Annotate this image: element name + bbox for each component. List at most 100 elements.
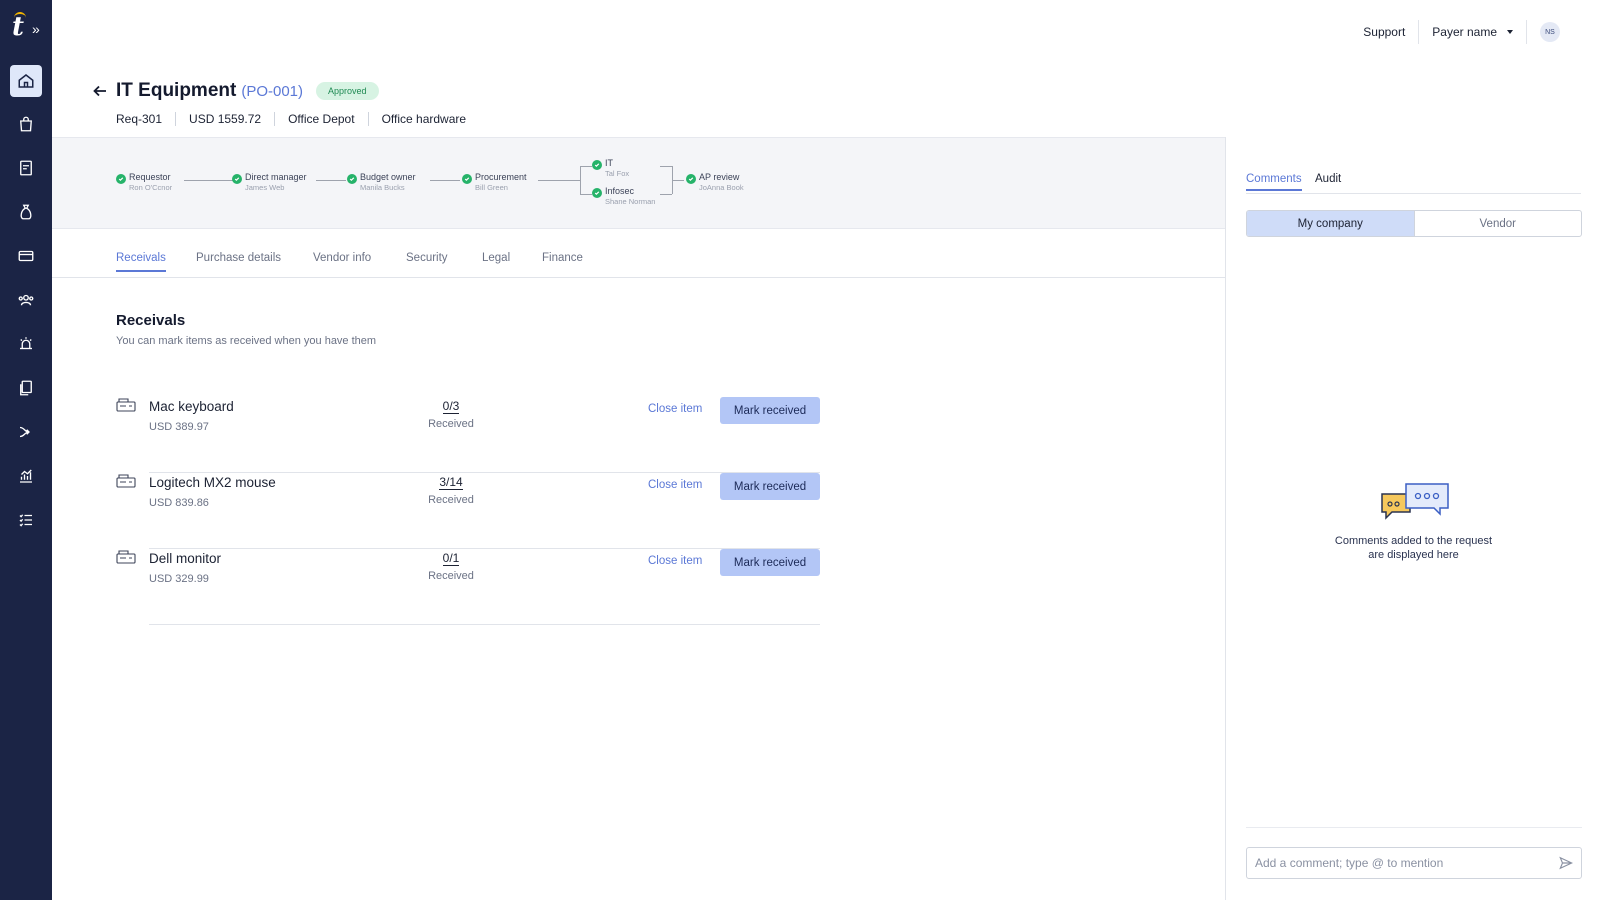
- approval-workflow: Requestor Ron O'Ccnor Direct manager James…: [52, 137, 1225, 229]
- chat-bubbles-icon: [1380, 483, 1449, 520]
- workflow-connector: [316, 180, 346, 181]
- mark-received-button[interactable]: Mark received: [720, 397, 820, 424]
- check-icon: [462, 174, 472, 184]
- credit-card-icon: [18, 250, 34, 262]
- workflow-role: Budget owner: [360, 172, 416, 182]
- item-price: USD 389.97: [149, 421, 209, 433]
- workflow-connector: [538, 180, 580, 181]
- avatar[interactable]: NS: [1540, 22, 1560, 42]
- home-icon: [18, 74, 34, 88]
- workflow-person: James Web: [245, 183, 285, 192]
- category: Office hardware: [381, 112, 467, 126]
- comments-panel: Comments Audit My company Vendor Comment…: [1225, 137, 1600, 900]
- row-divider: [149, 624, 820, 625]
- detail-tabs: Receivals Purchase details Vendor info S…: [52, 252, 1225, 278]
- panel-tabs: Comments Audit: [1246, 173, 1581, 194]
- tab-legal[interactable]: Legal: [482, 252, 510, 270]
- workflow-role: IT: [605, 158, 613, 168]
- list-item: Mac keyboard USD 389.97 0/3 Received Clo…: [116, 397, 820, 473]
- tab-comments[interactable]: Comments: [1246, 173, 1302, 191]
- workflow-step: Direct manager James Web: [232, 172, 307, 193]
- sidebar-item-home[interactable]: [10, 65, 42, 97]
- workflow-role: AP review: [699, 172, 740, 182]
- sidebar-item-documents[interactable]: [10, 372, 42, 404]
- close-item-link[interactable]: Close item: [648, 555, 702, 567]
- workflow-branch: [580, 166, 581, 194]
- sidebar-item-budgets[interactable]: [10, 196, 42, 228]
- tab-vendor-info[interactable]: Vendor info: [313, 252, 371, 270]
- topbar-divider: [1526, 20, 1527, 44]
- workflow-step: Procurement Bill Green: [462, 172, 527, 193]
- workflow-person: JoAnna Book: [699, 183, 744, 192]
- sidebar-item-alerts[interactable]: [10, 328, 42, 360]
- comments-empty-state: Comments added to the request are displa…: [1226, 482, 1600, 562]
- tab-finance[interactable]: Finance: [542, 252, 583, 270]
- workflow-branch: [660, 194, 672, 195]
- app-logo[interactable]: t »: [10, 10, 46, 46]
- tab-receivals[interactable]: Receivals: [116, 252, 166, 272]
- received-count-value: 0/3: [442, 399, 460, 414]
- comment-input-box: [1246, 847, 1582, 879]
- workflow-step: Budget owner Manila Bucks: [347, 172, 416, 193]
- panel-divider: [1246, 827, 1582, 828]
- check-icon: [592, 188, 602, 198]
- po-code: (PO-001): [241, 82, 304, 100]
- tab-security[interactable]: Security: [406, 252, 448, 270]
- back-arrow-icon[interactable]: [92, 83, 108, 99]
- money-bag-icon: [20, 204, 32, 220]
- received-count: 0/1: [426, 551, 476, 566]
- comment-input[interactable]: [1255, 856, 1559, 870]
- workflow-role: Direct manager: [245, 172, 307, 182]
- received-label: Received: [428, 494, 474, 506]
- vendor-name: Office Depot: [288, 112, 355, 126]
- shopping-bag-icon: [20, 116, 32, 132]
- sidebar-item-invoices[interactable]: [10, 152, 42, 184]
- mark-received-button[interactable]: Mark received: [720, 473, 820, 500]
- workflow-step: AP review JoAnna Book: [686, 172, 744, 193]
- workflow-connector: [184, 180, 234, 181]
- workflow-role: Procurement: [475, 172, 527, 182]
- my-company-toggle[interactable]: My company: [1247, 211, 1414, 236]
- tab-audit[interactable]: Audit: [1315, 173, 1341, 189]
- sidebar-item-tasks[interactable]: [10, 504, 42, 536]
- received-count: 3/14: [426, 475, 476, 490]
- check-icon: [592, 160, 602, 170]
- workflow-branch: [580, 166, 592, 167]
- workflow-role: Requestor: [129, 172, 171, 182]
- sidebar-item-cards[interactable]: [10, 240, 42, 272]
- item-name: Dell monitor: [149, 551, 222, 566]
- comment-scope-toggle: My company Vendor: [1246, 210, 1582, 237]
- received-count: 0/3: [426, 399, 476, 414]
- sidebar-item-users[interactable]: [10, 284, 42, 316]
- tab-purchase-details[interactable]: Purchase details: [196, 252, 281, 270]
- payer-dropdown[interactable]: Payer name: [1432, 25, 1513, 39]
- logo-letter: t: [12, 12, 25, 42]
- send-icon[interactable]: [1559, 856, 1573, 870]
- workflow-branch: [660, 166, 672, 167]
- package-icon: [116, 474, 136, 488]
- received-label: Received: [428, 570, 474, 582]
- topbar-divider: [1418, 20, 1420, 44]
- vendor-toggle[interactable]: Vendor: [1413, 211, 1582, 236]
- workflow-role: Infosec: [605, 186, 635, 196]
- mark-received-button[interactable]: Mark received: [720, 549, 820, 576]
- received-label: Received: [428, 418, 474, 430]
- sidebar-item-integrations[interactable]: [10, 416, 42, 448]
- support-link[interactable]: Support: [1363, 25, 1405, 39]
- list-item: Dell monitor USD 329.99 0/1 Received Clo…: [116, 549, 820, 625]
- workflow-person: Bill Green: [475, 183, 508, 192]
- sidebar-item-purchases[interactable]: [10, 108, 42, 140]
- item-price: USD 329.99: [149, 573, 209, 585]
- checklist-icon: [19, 514, 32, 527]
- close-item-link[interactable]: Close item: [648, 403, 702, 415]
- chevron-double-right-icon[interactable]: »: [32, 22, 40, 36]
- item-name: Logitech MX2 mouse: [149, 475, 276, 490]
- workflow-person: Ron O'Ccnor: [129, 183, 173, 192]
- workflow-step: Infosec Shane Norman: [592, 186, 655, 207]
- check-icon: [116, 174, 126, 184]
- sidebar-item-reports[interactable]: [10, 460, 42, 492]
- page-header: IT Equipment (PO-001) Approved Req-301 U…: [92, 80, 466, 126]
- sidebar: t »: [0, 0, 52, 900]
- close-item-link[interactable]: Close item: [648, 479, 702, 491]
- total-amount: USD 1559.72: [189, 112, 262, 126]
